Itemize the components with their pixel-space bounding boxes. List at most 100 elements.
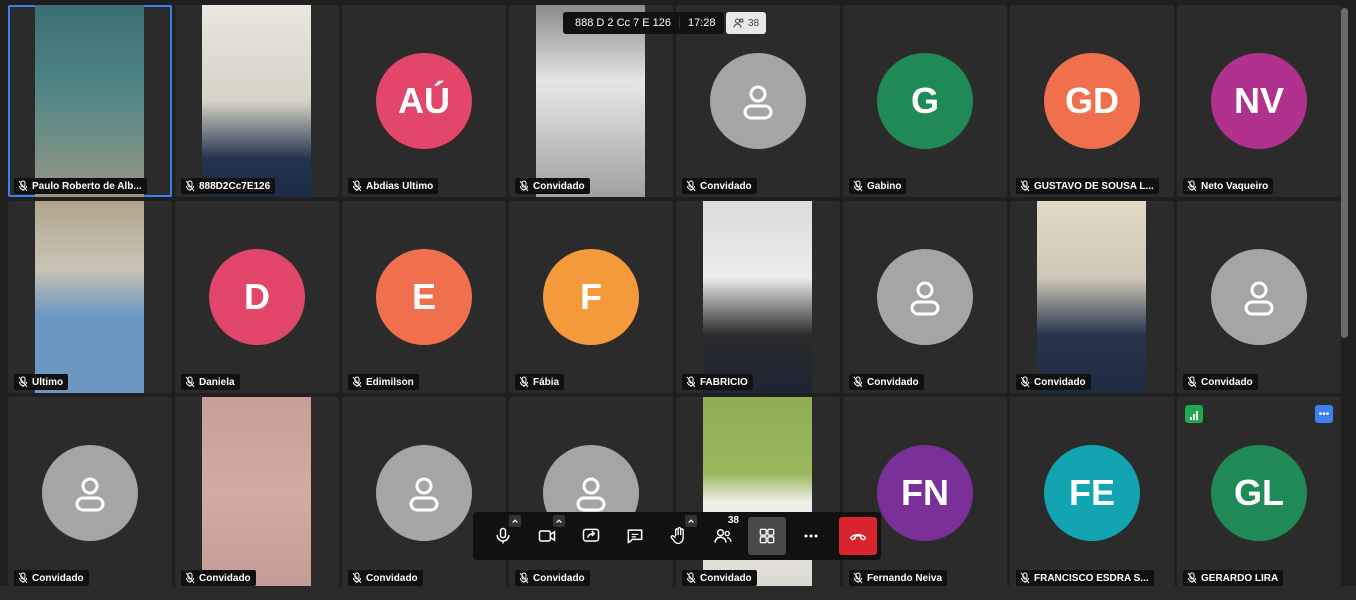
participant-video	[703, 201, 812, 393]
participant-name-tag: Convidado	[515, 178, 590, 194]
participant-name-tag: GERARDO LIRA	[1183, 570, 1284, 586]
mic-options-chevron-icon[interactable]	[509, 515, 521, 527]
bottom-edge	[0, 586, 1356, 600]
connection-signal-icon	[1185, 405, 1203, 423]
participant-count-button[interactable]: 38	[726, 12, 766, 34]
mic-muted-icon	[519, 572, 529, 584]
mic-muted-icon	[519, 376, 529, 388]
participant-tile[interactable]: Convidado	[843, 201, 1007, 393]
participant-tile[interactable]: D Daniela	[175, 201, 339, 393]
participant-name-tag: Fábia	[515, 374, 565, 390]
participant-name-tag: Convidado	[515, 570, 590, 586]
participant-name: FABRÍCIO	[700, 376, 748, 388]
more-icon	[804, 534, 818, 538]
participant-tile[interactable]: G Gabino	[843, 5, 1007, 197]
participant-name-tag: Convidado	[849, 374, 924, 390]
reactions-chevron-icon[interactable]	[685, 515, 697, 527]
participant-name: GERARDO LIRA	[1201, 572, 1279, 584]
microphone-icon	[496, 527, 510, 544]
participant-tile[interactable]: AÚ Abdias Último	[342, 5, 506, 197]
participant-tile[interactable]: Convidado	[175, 397, 339, 589]
people-icon	[733, 18, 744, 28]
participant-tile[interactable]: E Edimilson	[342, 201, 506, 393]
chat-icon	[627, 529, 643, 544]
participant-tile[interactable]: Convidado	[1010, 201, 1174, 393]
participant-tile[interactable]: Convidado	[8, 397, 172, 589]
chat-button[interactable]	[613, 512, 657, 560]
meeting-info-bar[interactable]: 888 D 2 Cc 7 E 126 17:28	[563, 12, 724, 34]
participant-grid: Paulo Roberto de Alb... 888D2Cc7E126 AÚ Abd…	[8, 5, 1341, 589]
participant-name-tag: Edimilson	[348, 374, 419, 390]
participant-name: Fábia	[533, 376, 560, 388]
mic-muted-icon	[1020, 376, 1030, 388]
grid-scrollbar[interactable]	[1341, 8, 1348, 338]
microphone-button[interactable]	[481, 512, 525, 560]
participant-tile[interactable]: GL ••• GERARDO LIRA	[1177, 397, 1341, 589]
person-icon	[409, 477, 439, 512]
person-icon	[576, 477, 606, 512]
mic-muted-icon	[352, 376, 362, 388]
participant-name: Paulo Roberto de Alb...	[32, 180, 142, 192]
camera-options-chevron-icon[interactable]	[553, 515, 565, 527]
person-icon	[1244, 281, 1274, 316]
participant-video	[202, 5, 311, 197]
mic-muted-icon	[352, 572, 362, 584]
person-icon	[75, 477, 105, 512]
share-screen-button[interactable]	[569, 512, 613, 560]
participant-tile[interactable]: GD GUSTAVO DE SOUSA L...	[1010, 5, 1174, 197]
participant-name-tag: GUSTAVO DE SOUSA L...	[1016, 178, 1159, 194]
participants-button[interactable]: 38	[701, 512, 745, 560]
participant-default-avatar	[376, 445, 472, 541]
meeting-time: 17:28	[679, 17, 724, 29]
participant-tile[interactable]: Convidado	[1177, 201, 1341, 393]
mic-muted-icon	[18, 180, 28, 192]
participant-name-tag: Convidado	[14, 570, 89, 586]
participant-count: 38	[747, 17, 760, 29]
participant-tile[interactable]: NV Neto Vaqueiro	[1177, 5, 1341, 197]
mic-muted-icon	[185, 180, 195, 192]
mic-muted-icon	[18, 572, 28, 584]
participant-tile[interactable]: Paulo Roberto de Alb...	[8, 5, 172, 197]
participant-name-tag: Último	[14, 374, 69, 390]
participant-name: GUSTAVO DE SOUSA L...	[1034, 180, 1154, 192]
participant-tile[interactable]: 888D2Cc7E126	[175, 5, 339, 197]
mic-muted-icon	[352, 180, 362, 192]
participant-tile[interactable]: Último	[8, 201, 172, 393]
tile-more-icon[interactable]: •••	[1315, 405, 1333, 423]
participant-name: Edimilson	[366, 376, 414, 388]
participant-tile[interactable]: Convidado	[509, 397, 673, 589]
participant-name: Daniela	[199, 376, 235, 388]
mic-muted-icon	[1187, 180, 1197, 192]
participant-name: Abdias Último	[366, 180, 434, 192]
participant-name: Fernando Neiva	[867, 572, 943, 584]
participant-initials-avatar: F	[543, 249, 639, 345]
participant-name-tag: Convidado	[181, 570, 256, 586]
participant-initials-avatar: GD	[1044, 53, 1140, 149]
participant-name: Convidado	[32, 572, 84, 584]
participant-name-tag: Fernando Neiva	[849, 570, 948, 586]
participant-name: Neto Vaqueiro	[1201, 180, 1269, 192]
participant-tile[interactable]: FE FRANCISCO ESDRA S...	[1010, 397, 1174, 589]
participant-name: Último	[32, 376, 64, 388]
mic-muted-icon	[185, 376, 195, 388]
end-call-button[interactable]	[839, 517, 877, 555]
participants-count-badge: 38	[727, 515, 739, 526]
participant-tile[interactable]: FN Fernando Neiva	[843, 397, 1007, 589]
mic-muted-icon	[686, 180, 696, 192]
participant-name-tag: Convidado	[348, 570, 423, 586]
more-options-button[interactable]	[789, 512, 833, 560]
participant-tile[interactable]: Convidado	[342, 397, 506, 589]
participant-name: Convidado	[533, 572, 585, 584]
participant-tile[interactable]: FABRÍCIO	[676, 201, 840, 393]
participant-default-avatar	[877, 249, 973, 345]
participant-name-tag: Gabino	[849, 178, 907, 194]
participant-video	[35, 5, 144, 197]
participant-name-tag: FRANCISCO ESDRA S...	[1016, 570, 1154, 586]
participant-tile[interactable]: F Fábia	[509, 201, 673, 393]
participant-name: 888D2Cc7E126	[199, 180, 271, 192]
participant-name: Convidado	[533, 180, 585, 192]
raise-hand-button[interactable]	[657, 512, 701, 560]
grid-view-button[interactable]	[748, 517, 786, 555]
participant-tile[interactable]: Convidado	[676, 397, 840, 589]
camera-button[interactable]	[525, 512, 569, 560]
